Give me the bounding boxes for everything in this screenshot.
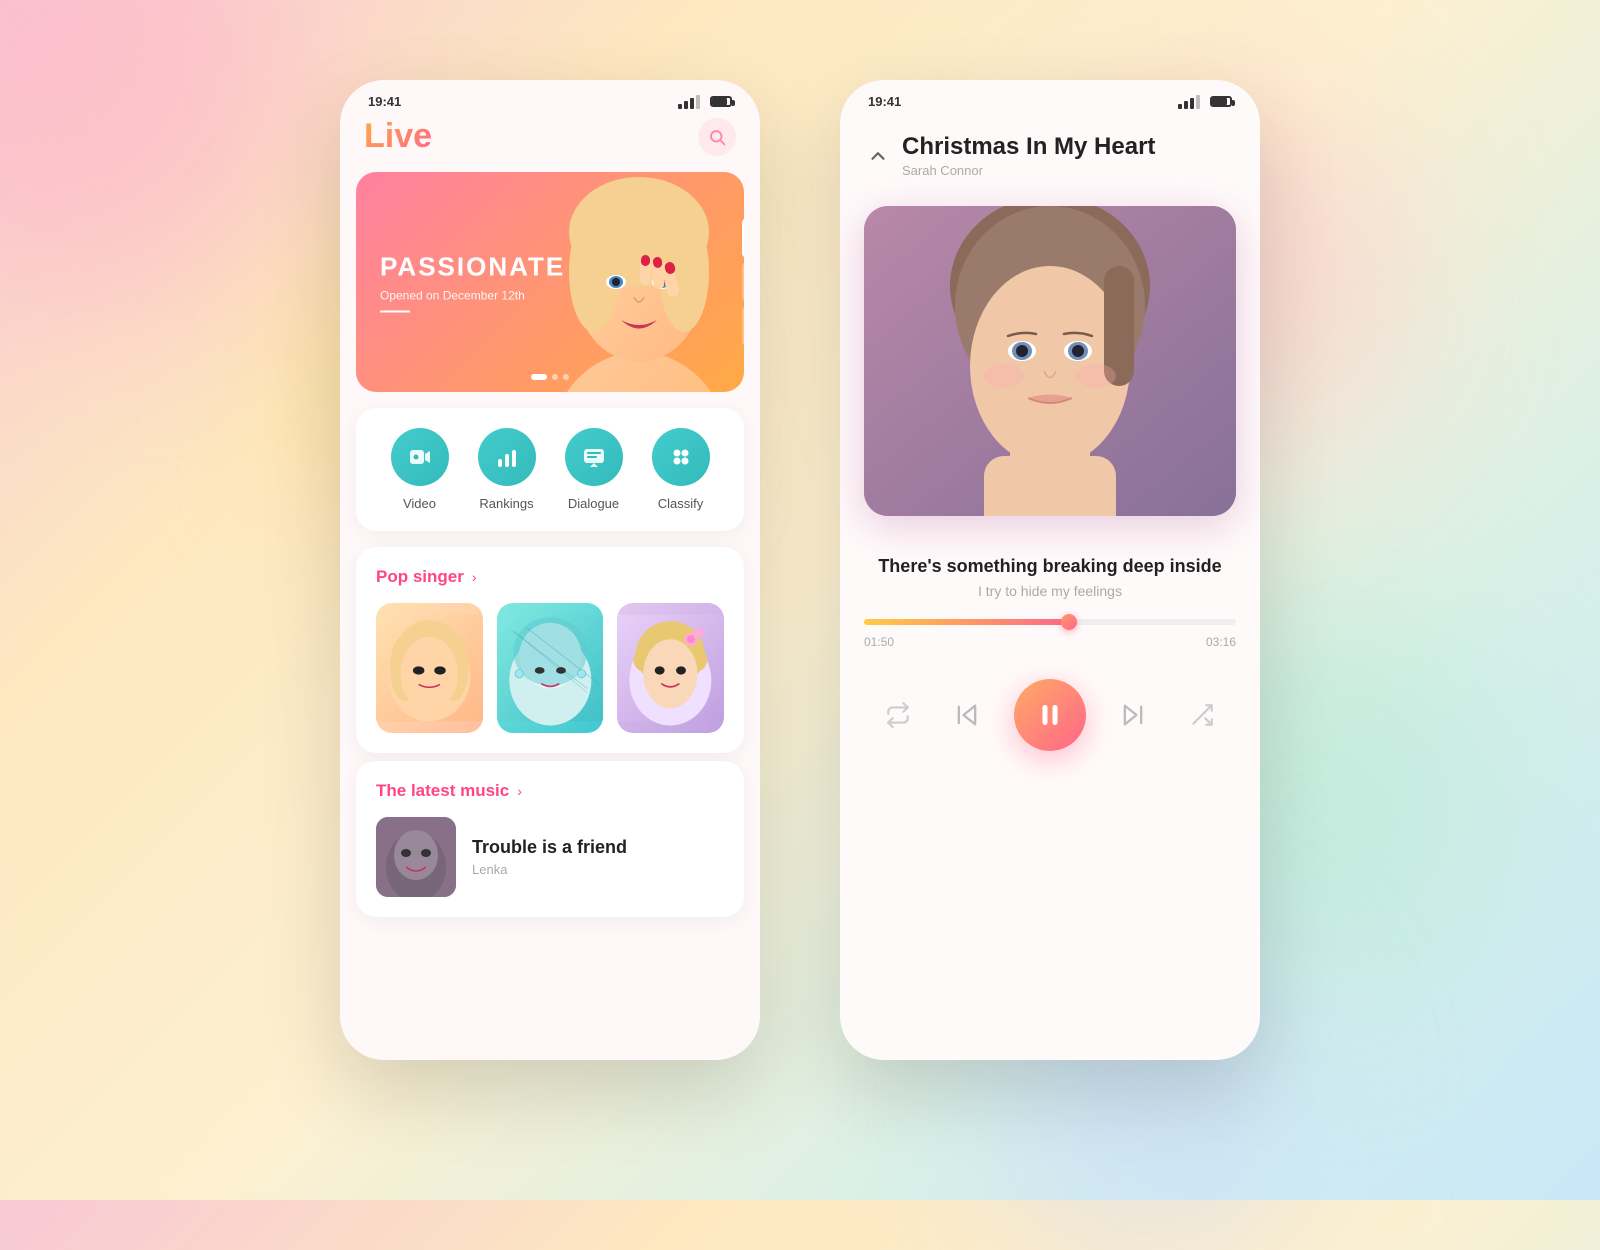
rankings-label: Rankings xyxy=(479,496,533,511)
player-controls xyxy=(840,649,1260,781)
progress-thumb[interactable] xyxy=(1061,614,1077,630)
hero-banner[interactable]: PASSIONATE Opened on December 12th xyxy=(356,172,744,392)
category-rankings[interactable]: Rankings xyxy=(478,428,536,511)
latest-music-arrow[interactable]: › xyxy=(517,783,522,799)
left-phone: 19:41 Live xyxy=(340,80,760,1060)
live-title: Live xyxy=(364,117,432,156)
pop-singer-header: Pop singer › xyxy=(376,567,724,587)
time-total: 03:16 xyxy=(1206,635,1236,649)
category-classify[interactable]: Classify xyxy=(652,428,710,511)
classify-icon xyxy=(652,428,710,486)
player-title-block: Christmas In My Heart Sarah Connor xyxy=(902,133,1155,178)
singer-card-1[interactable] xyxy=(376,603,483,733)
back-button[interactable] xyxy=(861,145,889,167)
left-status-bar: 19:41 xyxy=(340,80,760,117)
left-status-icons xyxy=(678,95,732,109)
lyrics-block: There's something breaking deep inside I… xyxy=(840,536,1260,619)
music-info-1: Trouble is a friend Lenka xyxy=(472,837,724,877)
player-header: Christmas In My Heart Sarah Connor xyxy=(840,117,1260,186)
pop-singer-section: Pop singer › xyxy=(356,547,744,753)
search-button[interactable] xyxy=(698,118,736,156)
next-button[interactable] xyxy=(1111,693,1155,737)
player-song-title: Christmas In My Heart xyxy=(902,133,1155,161)
music-item-1[interactable]: Trouble is a friend Lenka xyxy=(376,817,724,897)
battery-icon xyxy=(710,96,732,107)
time-current: 01:50 xyxy=(864,635,894,649)
player-artist: Sarah Connor xyxy=(902,163,1155,178)
progress-block: 01:50 03:16 xyxy=(840,619,1260,649)
repeat-button[interactable] xyxy=(876,693,920,737)
shuffle-button[interactable] xyxy=(1180,693,1224,737)
category-video[interactable]: Video xyxy=(391,428,449,511)
progress-fill xyxy=(864,619,1069,625)
live-header: Live xyxy=(340,117,760,172)
music-thumbnail-1 xyxy=(376,817,456,897)
latest-music-header: The latest music › xyxy=(376,781,724,801)
singer-card-2[interactable] xyxy=(497,603,604,733)
signal-icon xyxy=(678,95,700,109)
pop-singer-arrow[interactable]: › xyxy=(472,569,477,585)
classify-label: Classify xyxy=(658,496,704,511)
dialogue-label: Dialogue xyxy=(568,496,619,511)
side-tabs xyxy=(742,218,744,346)
category-dialogue[interactable]: Dialogue xyxy=(565,428,623,511)
lyric-sub: I try to hide my feelings xyxy=(864,583,1236,599)
video-icon xyxy=(391,428,449,486)
prev-button[interactable] xyxy=(945,693,989,737)
lyric-main: There's something breaking deep inside xyxy=(864,556,1236,577)
hero-image xyxy=(534,172,744,392)
right-time: 19:41 xyxy=(868,94,901,109)
singer-card-3[interactable] xyxy=(617,603,724,733)
right-status-bar: 19:41 xyxy=(840,80,1260,117)
categories-section: Video Rankings xyxy=(356,408,744,531)
phones-container: 19:41 Live xyxy=(0,80,1600,1060)
singers-row xyxy=(376,603,724,733)
right-phone: 19:41 Christmas In My xyxy=(840,80,1260,1060)
dialogue-icon xyxy=(565,428,623,486)
latest-music-section: The latest music › Trouble is a friend xyxy=(356,761,744,917)
right-battery-icon xyxy=(1210,96,1232,107)
pop-singer-title: Pop singer xyxy=(376,567,464,587)
pause-button[interactable] xyxy=(1014,679,1086,751)
time-row: 01:50 03:16 xyxy=(864,635,1236,649)
progress-bar[interactable] xyxy=(864,619,1236,625)
hero-line xyxy=(380,311,410,313)
left-time: 19:41 xyxy=(368,94,401,109)
music-artist-1: Lenka xyxy=(472,862,724,877)
right-signal-icon xyxy=(1178,95,1200,109)
rankings-icon xyxy=(478,428,536,486)
music-title-1: Trouble is a friend xyxy=(472,837,724,858)
right-status-icons xyxy=(1178,95,1232,109)
banner-dots xyxy=(531,374,569,380)
video-label: Video xyxy=(403,496,436,511)
latest-music-title: The latest music xyxy=(376,781,509,801)
album-art xyxy=(864,206,1236,516)
